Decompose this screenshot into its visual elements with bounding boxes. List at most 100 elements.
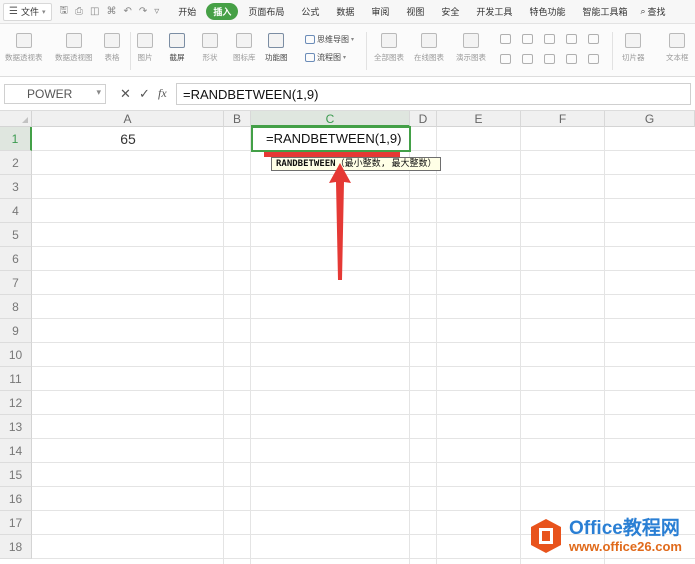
all-charts-button[interactable]: 全部图表 bbox=[374, 33, 404, 63]
tab-review[interactable]: 审阅 bbox=[364, 3, 396, 20]
tab-home[interactable]: 开始 bbox=[171, 3, 203, 20]
column-header-e[interactable]: E bbox=[437, 111, 521, 127]
row-header-13[interactable]: 13 bbox=[0, 415, 32, 439]
row-header-8[interactable]: 8 bbox=[0, 295, 32, 319]
row-header-17[interactable]: 17 bbox=[0, 511, 32, 535]
row-header-4[interactable]: 4 bbox=[0, 199, 32, 223]
watermark-url: www.office26.com bbox=[569, 538, 682, 554]
area-chart-icon[interactable] bbox=[566, 34, 577, 44]
demo-charts-button[interactable]: 演示图表 bbox=[456, 33, 486, 63]
print-preview-icon[interactable]: ◫ bbox=[90, 6, 99, 17]
row-header-12[interactable]: 12 bbox=[0, 391, 32, 415]
chevron-down-icon: ▾ bbox=[41, 8, 46, 16]
textbox-button[interactable]: 文本框 bbox=[666, 33, 689, 63]
format-painter-icon[interactable]: ⌘ bbox=[106, 6, 116, 17]
select-all-button[interactable] bbox=[0, 111, 32, 127]
picture-button[interactable]: 图片 bbox=[137, 33, 153, 63]
search-button[interactable]: ⌕ 查找 bbox=[640, 5, 665, 18]
tab-security[interactable]: 安全 bbox=[434, 3, 466, 20]
tab-page-layout[interactable]: 页面布局 bbox=[241, 3, 291, 20]
save-icon[interactable]: 🖫 bbox=[60, 3, 69, 20]
column-header-f[interactable]: F bbox=[521, 111, 605, 127]
icon-library-button[interactable]: 图标库 bbox=[233, 33, 256, 63]
row-header-18[interactable]: 18 bbox=[0, 535, 32, 559]
cell-c1-text: =RANDBETWEEN(1,9) bbox=[266, 131, 402, 146]
watermark-brand: Office教程网 bbox=[569, 517, 680, 539]
tab-special-features[interactable]: 特色功能 bbox=[522, 3, 572, 20]
tab-smart-toolbox[interactable]: 智能工具箱 bbox=[575, 3, 634, 20]
icon-library-label: 图标库 bbox=[233, 53, 256, 62]
pivot-chart-icon bbox=[65, 33, 82, 48]
row-header-14[interactable]: 14 bbox=[0, 439, 32, 463]
print-icon[interactable]: ⎙ bbox=[75, 6, 83, 17]
tab-insert[interactable]: 插入 bbox=[206, 3, 239, 20]
shapes-button[interactable]: 形状 bbox=[202, 33, 218, 63]
redo-icon[interactable]: ↷ bbox=[139, 6, 147, 17]
close-icon[interactable]: ✕ bbox=[120, 86, 131, 102]
name-box-value: POWER bbox=[27, 87, 73, 101]
function-chart-button[interactable]: 功能图 bbox=[265, 33, 288, 63]
slicer-button[interactable]: 切片器 bbox=[622, 33, 645, 63]
radar-chart-icon[interactable] bbox=[544, 54, 555, 64]
table-label: 表格 bbox=[104, 53, 120, 62]
tab-developer[interactable]: 开发工具 bbox=[469, 3, 519, 20]
row-header-9[interactable]: 9 bbox=[0, 319, 32, 343]
tab-data[interactable]: 数据 bbox=[329, 3, 361, 20]
spreadsheet-window: ☰ 文件 ▾ 🖫 ⎙ ◫ ⌘ ↶ ↷ ▿ 开始 插入 页面布局 公式 数据 审阅… bbox=[0, 0, 695, 564]
grid-row-line bbox=[32, 486, 695, 487]
column-header-g[interactable]: G bbox=[605, 111, 695, 127]
slicer-label: 切片器 bbox=[622, 53, 645, 62]
check-icon[interactable]: ✓ bbox=[139, 86, 150, 102]
grid-row-line bbox=[32, 510, 695, 511]
grid-row-line bbox=[32, 198, 695, 199]
mind-map-button[interactable]: 思维导图 ▾ bbox=[305, 34, 354, 45]
column-header-c[interactable]: C bbox=[251, 111, 410, 127]
column-header-b[interactable]: B bbox=[224, 111, 251, 127]
row-header-15[interactable]: 15 bbox=[0, 463, 32, 487]
grid-row-line bbox=[32, 366, 695, 367]
combo-chart-icon[interactable] bbox=[566, 54, 577, 64]
file-menu-button[interactable]: ☰ 文件 ▾ bbox=[3, 2, 52, 21]
column-header-d[interactable]: D bbox=[410, 111, 437, 127]
grid-row-line bbox=[32, 174, 695, 175]
pivot-table-button[interactable]: 数据透视表 bbox=[5, 33, 43, 63]
name-box[interactable]: POWER ▾ bbox=[4, 84, 106, 104]
bar-chart-icon[interactable] bbox=[522, 34, 533, 44]
online-charts-label: 在线图表 bbox=[414, 53, 444, 62]
grid-row-line bbox=[32, 390, 695, 391]
demo-chart-icon bbox=[463, 33, 479, 48]
sparkline-icon[interactable] bbox=[588, 54, 599, 64]
line-chart-icon[interactable] bbox=[544, 34, 555, 44]
screenshot-button[interactable]: 截屏 bbox=[169, 33, 185, 63]
row-header-16[interactable]: 16 bbox=[0, 487, 32, 511]
table-button[interactable]: 表格 bbox=[104, 33, 120, 63]
undo-icon[interactable]: ↶ bbox=[123, 6, 131, 17]
online-charts-button[interactable]: 在线图表 bbox=[414, 33, 444, 63]
more-icon[interactable]: ▿ bbox=[154, 6, 159, 17]
row-header-3[interactable]: 3 bbox=[0, 175, 32, 199]
pie-chart-icon[interactable] bbox=[500, 54, 511, 64]
formula-input[interactable]: =RANDBETWEEN(1,9) bbox=[176, 83, 691, 105]
stock-chart-icon[interactable] bbox=[588, 34, 599, 44]
chevron-down-icon[interactable]: ▾ bbox=[96, 87, 101, 98]
grid-row-line bbox=[32, 246, 695, 247]
row-header-6[interactable]: 6 bbox=[0, 247, 32, 271]
row-header-10[interactable]: 10 bbox=[0, 343, 32, 367]
column-header-a[interactable]: A bbox=[32, 111, 224, 127]
row-header-11[interactable]: 11 bbox=[0, 367, 32, 391]
active-cell-c1[interactable]: =RANDBETWEEN(1,9) bbox=[251, 126, 411, 152]
row-header-2[interactable]: 2 bbox=[0, 151, 32, 175]
row-header-1[interactable]: 1 bbox=[0, 127, 32, 151]
picture-label: 图片 bbox=[137, 53, 153, 62]
insert-function-button[interactable]: fx bbox=[158, 86, 167, 101]
column-chart-icon[interactable] bbox=[500, 34, 511, 44]
tab-formulas[interactable]: 公式 bbox=[294, 3, 326, 20]
flowchart-button[interactable]: 流程图 ▾ bbox=[305, 52, 346, 63]
tab-view[interactable]: 视图 bbox=[399, 3, 431, 20]
pivot-table-label: 数据透视表 bbox=[5, 53, 43, 62]
cell-a1[interactable]: 65 bbox=[32, 127, 224, 151]
row-header-5[interactable]: 5 bbox=[0, 223, 32, 247]
scatter-chart-icon[interactable] bbox=[522, 54, 533, 64]
pivot-chart-button[interactable]: 数据透视图 bbox=[55, 33, 93, 63]
row-header-7[interactable]: 7 bbox=[0, 271, 32, 295]
